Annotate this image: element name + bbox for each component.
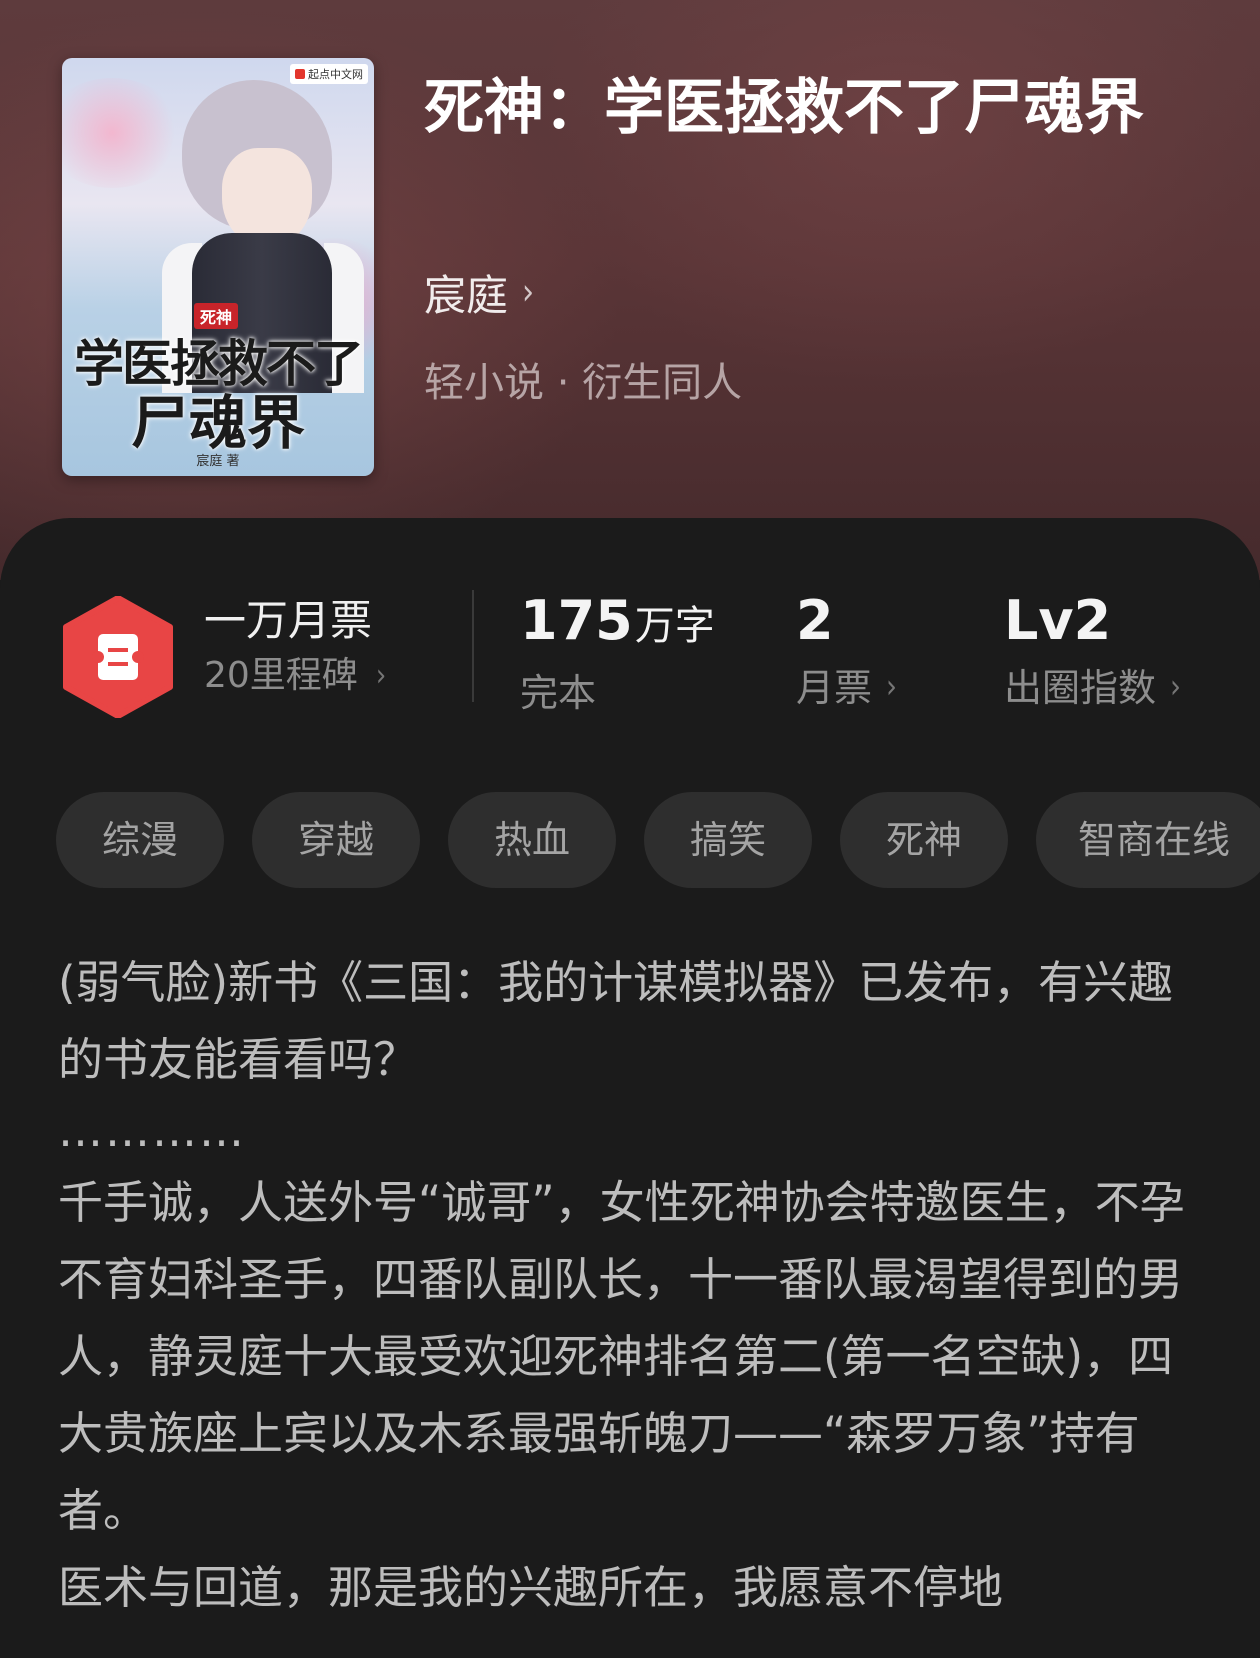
word-count-stat: 175万字 完本 <box>520 588 715 727</box>
tag-chip[interactable]: 搞笑 <box>644 792 812 888</box>
award-subtitle: 20里程碑 <box>204 655 358 696</box>
cover-blossom-decoration <box>62 78 182 188</box>
book-cover[interactable]: 起点中文网 死神 学医拯救不了 尸魂界 宸庭 著 <box>62 58 374 476</box>
tag-chip[interactable]: 死神 <box>840 792 1008 888</box>
author-link[interactable]: 宸庭 › <box>424 262 534 323</box>
ticket-badge-icon[interactable] <box>62 595 174 719</box>
chevron-right-icon: › <box>522 271 535 314</box>
stats-divider <box>472 590 474 702</box>
chevron-right-icon: › <box>1170 668 1181 706</box>
book-category: 轻小说 · 衍生同人 <box>424 360 743 406</box>
award-title: 一万月票 <box>204 596 373 645</box>
monthly-ticket-stat[interactable]: 2 月票 › <box>796 588 897 722</box>
tag-chip[interactable]: 穿越 <box>252 792 420 888</box>
chevron-right-icon: › <box>375 658 387 694</box>
description-paragraph: 千手诚，人送外号“诚哥”，女性死神协会特邀医生，不孕不育妇科圣手，四番队副队长，… <box>58 1176 1185 1537</box>
monthly-ticket-value: 2 <box>796 589 834 652</box>
author-name: 宸庭 <box>424 271 509 320</box>
cover-title-line2: 尸魂界 <box>130 389 305 457</box>
cover-author: 宸庭 著 <box>196 454 240 469</box>
description-separator: ………… <box>58 1104 246 1157</box>
monthly-ticket-label: 月票 <box>796 666 873 710</box>
popularity-index-value: Lv2 <box>1004 589 1112 652</box>
book-title: 死神：学医拯救不了尸魂界 <box>424 73 1144 143</box>
completion-status: 完本 <box>520 671 597 715</box>
tag-chip[interactable]: 智商在线 <box>1036 792 1260 888</box>
tag-chip[interactable]: 热血 <box>448 792 616 888</box>
chevron-right-icon: › <box>886 668 897 706</box>
cover-publisher-logo: 起点中文网 <box>290 64 368 84</box>
popularity-index-label: 出圈指数 <box>1004 666 1157 710</box>
word-count-value: 175 <box>520 589 633 652</box>
book-description[interactable]: (弱气脸)新书《三国：我的计谋模拟器》已发布，有兴趣的书友能看看吗？ ………… … <box>58 944 1208 1626</box>
tag-list: 综漫 穿越 热血 搞笑 死神 智商在线 <box>56 792 1260 888</box>
milestone-award[interactable]: 一万月票 20里程碑 › <box>204 594 386 704</box>
description-paragraph: 医术与回道，那是我的兴趣所在，我愿意不停地 <box>58 1561 1004 1614</box>
word-count-unit: 万字 <box>634 603 715 649</box>
description-notice: (弱气脸)新书《三国：我的计谋模拟器》已发布，有兴趣的书友能看看吗？ <box>58 956 1174 1086</box>
tag-chip[interactable]: 综漫 <box>56 792 224 888</box>
popularity-index-stat[interactable]: Lv2 出圈指数 › <box>1004 588 1181 722</box>
